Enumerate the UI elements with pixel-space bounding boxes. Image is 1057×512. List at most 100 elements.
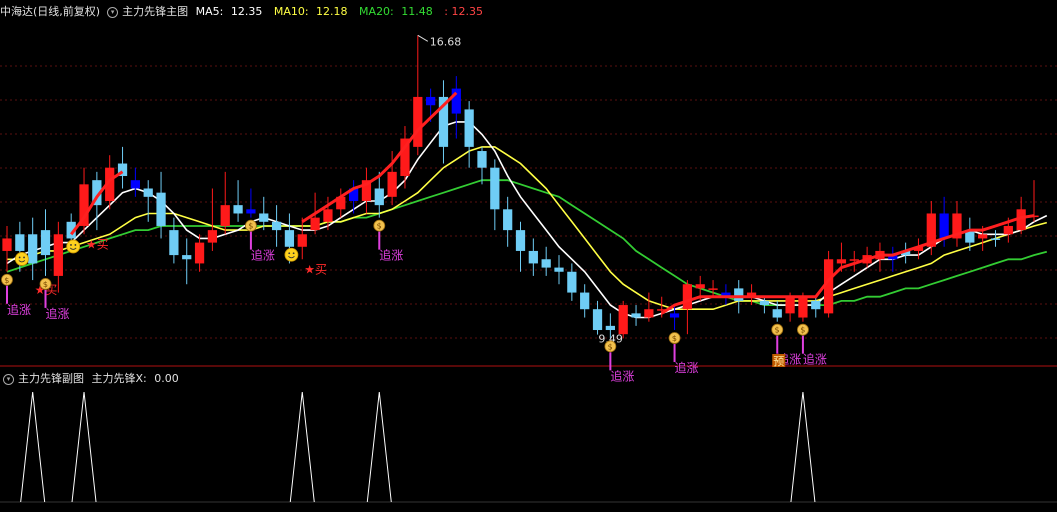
candle-body bbox=[811, 300, 821, 310]
candle-body bbox=[759, 300, 770, 306]
stock-chart[interactable]: 16.689.49★买★买★买$追涨$追涨$追涨$追涨$追涨$追涨$追涨$追涨预 bbox=[0, 0, 1057, 512]
sub-peak bbox=[20, 391, 46, 503]
candle bbox=[336, 188, 346, 218]
smiley-face bbox=[284, 247, 299, 262]
candle bbox=[40, 209, 51, 276]
smiley-icon bbox=[284, 247, 299, 262]
candle-body bbox=[580, 292, 590, 310]
candles bbox=[2, 35, 1039, 339]
smiley-face bbox=[14, 252, 29, 266]
candle-body bbox=[477, 151, 487, 168]
candle-body bbox=[592, 309, 603, 331]
candle-body bbox=[528, 250, 538, 264]
buy-signal-label: ★买 bbox=[304, 262, 327, 276]
candle-body bbox=[990, 238, 1001, 240]
candle bbox=[271, 205, 282, 247]
money-bag-icon: $ bbox=[668, 332, 681, 344]
money-bag-symbol: $ bbox=[608, 342, 613, 351]
smiley-face bbox=[66, 239, 81, 254]
candle-body bbox=[772, 309, 782, 318]
candle bbox=[554, 255, 564, 285]
chase-signal-label: 追涨 bbox=[7, 302, 31, 317]
chase-signal-label: 追涨 bbox=[675, 360, 699, 375]
money-bag-icon: $ bbox=[1, 273, 13, 286]
candle-body bbox=[939, 213, 949, 239]
candle-body bbox=[503, 209, 513, 231]
money-bag-symbol: $ bbox=[4, 276, 9, 285]
chase-signal-label: 追涨 bbox=[251, 248, 275, 263]
candle-body bbox=[2, 238, 12, 251]
candle bbox=[490, 159, 500, 231]
money-bag-icon: $ bbox=[245, 219, 257, 232]
candle-body bbox=[246, 209, 256, 214]
candle-body bbox=[233, 205, 243, 214]
smiley-eye bbox=[292, 252, 295, 255]
candle bbox=[2, 225, 12, 272]
candle-body bbox=[836, 259, 847, 264]
candle-body bbox=[284, 230, 295, 247]
candle bbox=[567, 263, 577, 301]
candle-body bbox=[143, 188, 153, 197]
candle bbox=[580, 284, 590, 318]
chase-signal-label: 追涨 bbox=[379, 248, 403, 263]
candle-body bbox=[310, 217, 320, 231]
candle-body bbox=[387, 171, 397, 197]
money-bag-symbol: $ bbox=[248, 222, 253, 231]
candle-body bbox=[618, 305, 628, 335]
candle-body bbox=[271, 221, 282, 231]
sub-peak bbox=[289, 391, 315, 503]
candle-body bbox=[785, 296, 795, 314]
smiley-eye bbox=[18, 256, 21, 259]
candle-body bbox=[413, 96, 423, 147]
smiley-icon bbox=[66, 239, 81, 254]
candle-body bbox=[605, 325, 615, 331]
candle-body bbox=[169, 230, 179, 256]
candle-body bbox=[695, 284, 705, 289]
candle bbox=[194, 234, 205, 272]
candle bbox=[888, 246, 898, 272]
smiley-eye bbox=[74, 244, 77, 246]
money-bag-symbol: $ bbox=[43, 280, 48, 289]
smiley-icon bbox=[14, 252, 29, 266]
candle bbox=[156, 171, 166, 239]
smiley-eye bbox=[288, 252, 291, 255]
candle bbox=[503, 196, 513, 247]
money-bag-symbol: $ bbox=[377, 222, 382, 231]
candle-body bbox=[259, 213, 269, 222]
money-bag-icon: $ bbox=[771, 323, 784, 336]
candle-body bbox=[207, 230, 218, 243]
candle-body bbox=[669, 313, 680, 318]
candle-body bbox=[490, 167, 500, 210]
high-price-label: 16.68 bbox=[430, 35, 462, 48]
candle-body bbox=[220, 205, 230, 226]
candle-body bbox=[426, 96, 436, 106]
candle-body bbox=[567, 271, 577, 293]
candle-body bbox=[53, 234, 63, 276]
candle-body bbox=[849, 259, 859, 261]
chase-signal-label: 追涨 bbox=[803, 352, 827, 367]
candle-body bbox=[15, 234, 25, 251]
candle bbox=[53, 221, 63, 293]
candle bbox=[541, 246, 551, 276]
candle bbox=[169, 217, 179, 264]
high-pointer bbox=[417, 34, 429, 42]
money-bag-icon: $ bbox=[604, 340, 617, 353]
candle-body bbox=[451, 88, 461, 114]
candle bbox=[631, 305, 641, 326]
candle-body bbox=[28, 234, 38, 264]
candle bbox=[246, 188, 256, 218]
candle bbox=[79, 167, 89, 235]
candle-body bbox=[798, 296, 808, 318]
candle bbox=[952, 200, 962, 247]
candle bbox=[721, 284, 731, 306]
candle bbox=[182, 238, 192, 285]
candle bbox=[464, 101, 474, 168]
candle-body bbox=[182, 255, 192, 260]
money-bag-icon: $ bbox=[373, 219, 386, 232]
candle bbox=[477, 146, 487, 185]
buy-signal-label: ★买 bbox=[86, 237, 109, 251]
candle bbox=[348, 180, 359, 214]
signal-line bbox=[660, 214, 1035, 315]
candle-body bbox=[297, 234, 307, 247]
chase-signal-label: 追涨 bbox=[46, 306, 70, 321]
